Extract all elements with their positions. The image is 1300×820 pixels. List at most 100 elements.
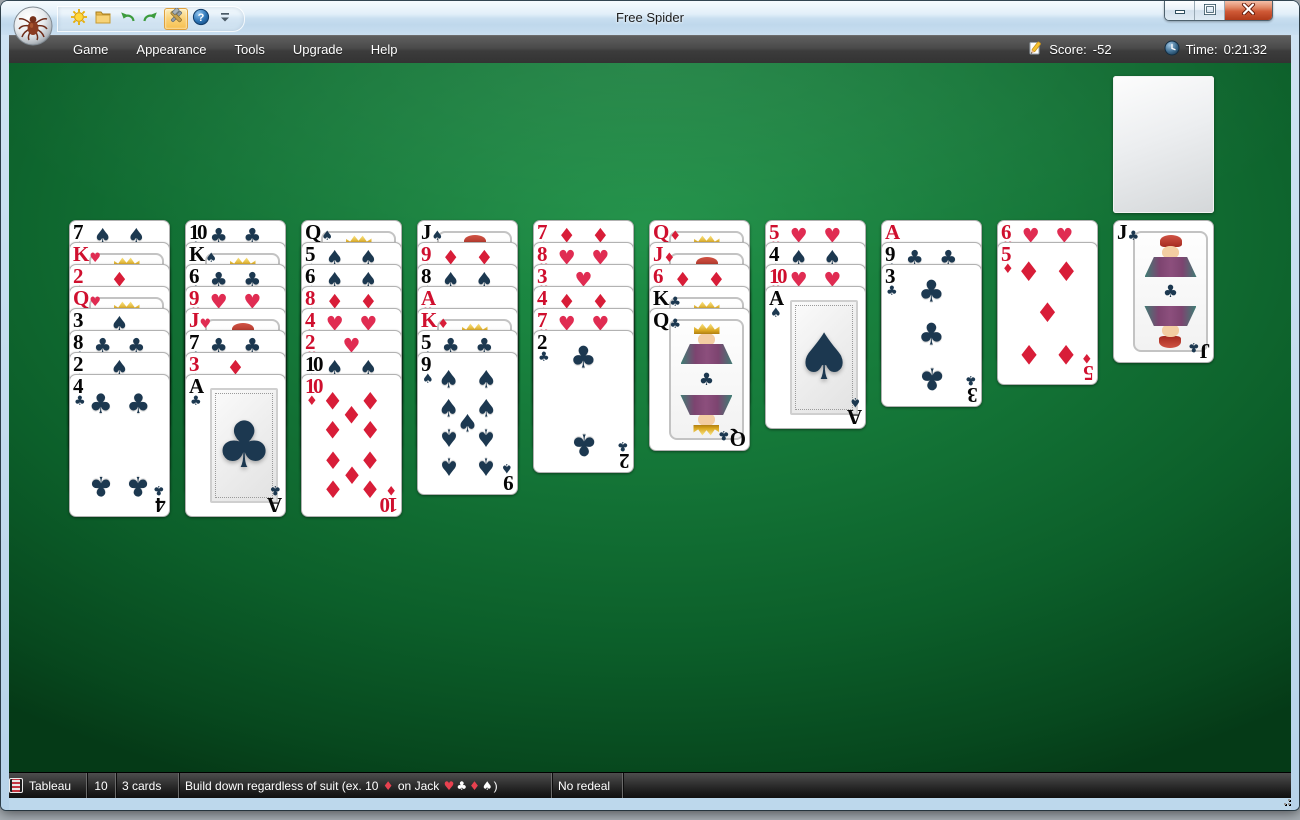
card-2-clubs[interactable]: 2 ♣ 2 ♣ ♣ ♣ [533, 330, 634, 473]
clubs-pip: ♣ [570, 340, 597, 376]
menu-item-appearance[interactable]: Appearance [122, 36, 220, 63]
card-index: A ♣ [189, 374, 204, 409]
svg-text:?: ? [198, 12, 205, 24]
card-10-diamonds[interactable]: 10 ♦ 10 ♦ ♦ ♦ ♦ ♦ ♦ ♦ ♦ ♦ ♦ ♦ [301, 374, 402, 517]
diamonds-pip: ♦ [321, 416, 344, 445]
card-9-spades[interactable]: 9 ♠ 9 ♠ ♠ ♠ ♠ ♠ ♠ ♠ ♠ ♠ ♠ [417, 352, 518, 495]
undo-button[interactable] [116, 9, 138, 29]
status-cell-type: Tableau [1, 773, 87, 798]
tools-button[interactable] [164, 7, 188, 31]
cards-grid-icon [9, 778, 23, 793]
caption-button-group [1164, 1, 1273, 21]
maximize-button[interactable] [1195, 1, 1225, 20]
card-index: 10 ♦ [305, 374, 324, 409]
status-empty [623, 773, 1299, 798]
card-index: Q ♠ [305, 220, 333, 244]
card-4-clubs[interactable]: 4 ♣ 4 ♣ ♣ ♣ ♣ ♣ [69, 374, 170, 517]
card-index: 9 ♠ [501, 460, 514, 495]
spider-logo-button[interactable] [12, 5, 54, 47]
menu-item-tools[interactable]: Tools [221, 36, 279, 63]
open-button[interactable] [92, 9, 114, 29]
card-index: Q ♣ [718, 427, 746, 451]
diamonds-pip: ♦ [359, 387, 382, 416]
close-button[interactable] [1225, 1, 1272, 20]
card-index: 2 ♣ [617, 438, 630, 473]
clubs-pip: ♣ [698, 369, 715, 390]
face-card-art: ♣ [1133, 231, 1208, 352]
title-bar[interactable]: Free Spider ? [1, 1, 1299, 35]
clubs-pip: ♣ [570, 426, 597, 462]
app-window: Free Spider ? Game Appearance Tools Upgr… [1, 1, 1299, 810]
new-game-button[interactable] [68, 8, 90, 31]
chevron-down-icon [219, 10, 231, 29]
card-index: A ♠ [769, 286, 784, 321]
hearts-glyph: ♥ [443, 778, 455, 793]
card-index: J ♣ [1117, 220, 1140, 244]
card-index: 4 ♣ [153, 482, 166, 517]
clubs-pip: ♣ [126, 388, 151, 420]
minimize-icon [1174, 2, 1186, 20]
card-5-diamonds[interactable]: 5 ♦ 5 ♦ ♦ ♦ ♦ ♦ ♦ [997, 242, 1098, 385]
clubs-pip: ♣ [918, 274, 945, 310]
score-label: Score: [1049, 42, 1087, 57]
card-3-clubs[interactable]: 3 ♣ 3 ♣ ♣ ♣ ♣ [881, 264, 982, 407]
close-icon [1241, 2, 1256, 20]
clubs-glyph: ♣ [456, 778, 468, 793]
spades-pip: ♠ [475, 394, 498, 423]
card-index: J ♥ [189, 308, 212, 332]
card-A-spades[interactable]: A ♠ A ♠ ♠ [765, 286, 866, 429]
redo-button[interactable] [140, 9, 162, 29]
tools-icon [167, 7, 185, 31]
card-index: 10 ♦ [382, 482, 398, 517]
diamonds-pip: ♦ [1016, 338, 1041, 370]
card-Q-clubs[interactable]: Q ♣ Q ♣ ♣ [649, 308, 750, 451]
card-index: 3 ♣ [885, 264, 898, 299]
help-icon: ? [192, 8, 210, 31]
clubs-pip: ♣ [1162, 281, 1179, 302]
diamonds-pip: ♦ [1035, 297, 1060, 329]
card-index: J ♣ [1187, 339, 1210, 363]
diamonds-pip: ♦ [359, 445, 382, 474]
minimize-button[interactable] [1165, 1, 1195, 20]
stock-placeholder [1113, 76, 1214, 213]
diamonds-pip: ♦ [1054, 338, 1079, 370]
diamonds-pip: ♦ [359, 416, 382, 445]
menu-item-game[interactable]: Game [59, 36, 122, 63]
folder-icon [94, 8, 112, 31]
time-label: Time: [1185, 42, 1218, 57]
diamonds-pip: ♦ [321, 474, 344, 503]
card-index: K ♣ [653, 286, 681, 310]
help-button[interactable]: ? [190, 8, 212, 31]
menu-items: Game Appearance Tools Upgrade Help [59, 36, 412, 63]
game-felt: 7 ♠7 ♠♠♠K ♥K ♥2 ♦2 ♦♦Q ♥Q ♥3 [9, 63, 1291, 772]
status-deal-size: 3 cards [116, 773, 179, 798]
card-index: 2 ♣ [537, 330, 550, 365]
menu-bar: Game Appearance Tools Upgrade Help Score: -5… [1, 35, 1299, 63]
card-index: J ♠ [421, 220, 444, 244]
card-index: Q ♦ [653, 220, 681, 244]
time-value: 0:21:32 [1223, 42, 1267, 57]
card-index: 4 ♣ [73, 374, 86, 409]
diamonds-pip: ♦ [1016, 256, 1041, 288]
menu-item-help[interactable]: Help [357, 36, 412, 63]
sun-icon [70, 8, 88, 31]
diamonds-pip: ♦ [359, 474, 382, 503]
card-A-clubs[interactable]: A ♣ A ♣ ♣ [185, 374, 286, 517]
card-index: K ♠ [189, 242, 217, 266]
card-index: K ♦ [421, 308, 449, 332]
toolbar-overflow-button[interactable] [214, 9, 236, 29]
spades-pip: ♠ [475, 423, 498, 452]
diamonds-pip: ♦ [1054, 256, 1079, 288]
spades-pip: ♠ [437, 365, 460, 394]
time-clock-icon [1164, 40, 1180, 59]
card-J-clubs[interactable]: J ♣ J ♣ ♣ [1113, 220, 1214, 363]
diamonds-glyph: ♦ [382, 778, 394, 793]
spades-glyph: ♠ [481, 778, 493, 793]
menu-item-upgrade[interactable]: Upgrade [279, 36, 357, 63]
score-pencil-icon [1027, 40, 1043, 59]
redo-arrow-icon [142, 8, 160, 31]
score-value: -52 [1092, 42, 1112, 57]
window-frame-left [1, 35, 9, 810]
status-redeal: No redeal [552, 773, 623, 798]
card-index: 5 ♦ [1001, 242, 1014, 277]
